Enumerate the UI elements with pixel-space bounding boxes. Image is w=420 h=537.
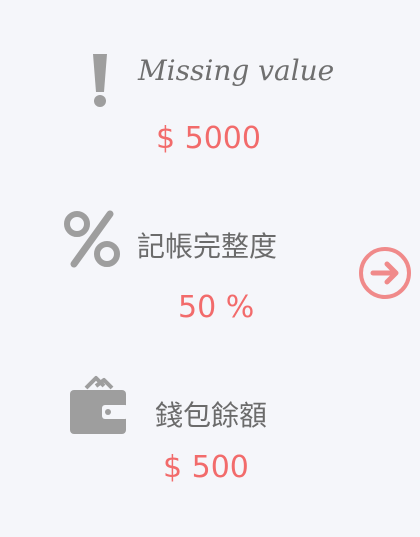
wallet-icon [70,376,128,434]
arrow-right-circle-icon [359,247,411,299]
next-button[interactable] [358,246,412,300]
exclamation-icon [93,54,107,107]
percent-icon [64,210,120,268]
stat-value: $ 5000 [156,121,261,156]
stat-label: 錢包餘額 [155,399,268,432]
stat-value: $ 500 [163,450,249,485]
stat-value: 50 % [178,290,255,325]
stat-label: 記帳完整度 [137,230,278,263]
stat-label: Missing value [138,54,335,87]
